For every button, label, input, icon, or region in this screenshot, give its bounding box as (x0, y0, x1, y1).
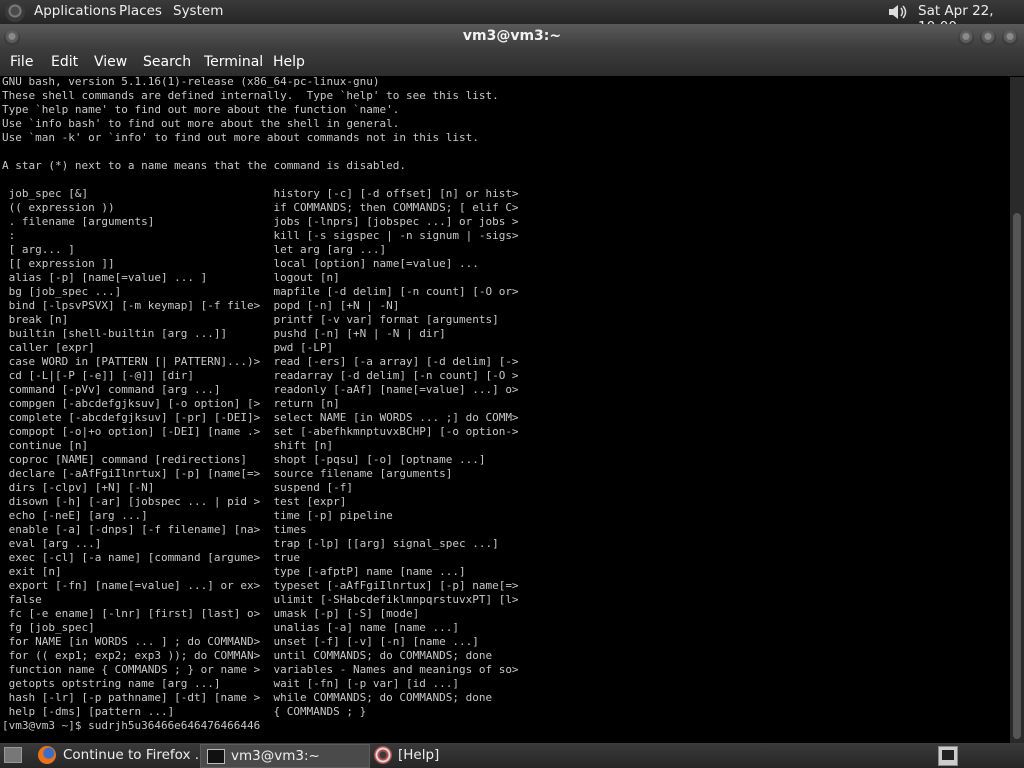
terminal-line: job_spec [&] history [-c] [-d offset] [n… (2, 187, 519, 200)
terminal-line: case WORD in [PATTERN [| PATTERN]...)> r… (2, 355, 519, 368)
terminal-menubar: File Edit View Search Terminal Help (0, 50, 1024, 76)
terminal-line: enable [-a] [-dnps] [-f filename] [na> t… (2, 523, 307, 536)
minimize-button[interactable] (958, 30, 974, 46)
gnome-logo-icon (5, 2, 25, 22)
menu-search[interactable]: Search (143, 54, 191, 70)
terminal-line: Use `info bash' to find out more about t… (2, 117, 400, 130)
terminal-line: [vm3@vm3 ~]$ sudrjh5u36466e646476466446 (2, 719, 261, 732)
terminal-line: for (( exp1; exp2; exp3 )); do COMMAN> u… (2, 649, 493, 662)
terminal-line: cd [-L|[-P [-e]] [-@]] [dir] readarray [… (2, 369, 519, 382)
terminal-line: function name { COMMANDS ; } or name > v… (2, 663, 519, 676)
taskbar-item-firefox[interactable]: Continue to Firefox ... (32, 744, 208, 766)
terminal-icon (207, 749, 225, 764)
terminal-line: [[ expression ]] local [option] name[=va… (2, 257, 479, 270)
terminal-line: for NAME [in WORDS ... ] ; do COMMAND> u… (2, 635, 479, 648)
scrollbar-thumb[interactable] (1013, 213, 1021, 739)
terminal-line: fg [job_spec] unalias [-a] name [name ..… (2, 621, 459, 634)
terminal-line: These shell commands are defined interna… (2, 89, 499, 102)
taskbar-item-label: vm3@vm3:~ (231, 748, 320, 764)
taskbar-item-label: [Help] (398, 747, 440, 763)
terminal-scrollbar[interactable] (1010, 77, 1024, 743)
menu-edit[interactable]: Edit (51, 54, 78, 70)
terminal-line: builtin [shell-builtin [arg ...]] pushd … (2, 327, 446, 340)
terminal-line: [ arg... ] let arg [arg ...] (2, 243, 387, 256)
firefox-icon (38, 746, 56, 764)
menu-view[interactable]: View (94, 54, 127, 70)
terminal-output: GNU bash, version 5.1.16(1)-release (x86… (2, 77, 519, 733)
terminal-line: : kill [-s sigspec | -n signum | -sigs> (2, 229, 519, 242)
taskbar-item-help[interactable]: [Help] (370, 744, 536, 766)
terminal-line: bind [-lpsvPSVX] [-m keymap] [-f file> p… (2, 299, 400, 312)
volume-icon[interactable] (886, 2, 908, 22)
help-icon (374, 746, 392, 764)
top-panel: Applications Places System Sat Apr 22, 1… (0, 0, 1024, 35)
terminal-line: A star (*) next to a name means that the… (2, 159, 406, 172)
terminal-line: export [-fn] [name[=value] ...] or ex> t… (2, 579, 519, 592)
show-desktop-icon[interactable] (4, 747, 22, 763)
terminal-line: echo [-neE] [arg ...] time [-p] pipeline (2, 509, 393, 522)
window-title: vm3@vm3:~ (462, 28, 562, 44)
terminal-line: compgen [-abcdefgjksuv] [-o option] [> r… (2, 397, 340, 410)
terminal-line: eval [arg ...] trap [-lp] [[arg] signal_… (2, 537, 499, 550)
terminal-line: complete [-abcdefgjksuv] [-pr] [-DEI]> s… (2, 411, 519, 424)
terminal-line: false ulimit [-SHabcdefiklmnpqrstuvxPT] … (2, 593, 519, 606)
close-button[interactable] (1002, 30, 1018, 46)
maximize-button[interactable] (980, 30, 996, 46)
terminal-line: exec [-cl] [-a name] [command [argume> t… (2, 551, 301, 564)
terminal-area[interactable]: GNU bash, version 5.1.16(1)-release (x86… (0, 77, 1010, 743)
terminal-line: GNU bash, version 5.1.16(1)-release (x86… (2, 77, 380, 88)
terminal-line: coproc [NAME] command [redirections] sho… (2, 453, 486, 466)
terminal-line: hash [-lr] [-p pathname] [-dt] [name > w… (2, 691, 493, 704)
taskbar-item-label: Continue to Firefox ... (63, 747, 208, 763)
terminal-line: Use `man -k' or `info' to find out more … (2, 131, 479, 144)
terminal-line: caller [expr] pwd [-LP] (2, 341, 334, 354)
terminal-line: exit [n] type [-afptP] name [name ...] (2, 565, 466, 578)
terminal-line: alias [-p] [name[=value] ... ] logout [n… (2, 271, 340, 284)
terminal-line: . filename [arguments] jobs [-lnprs] [jo… (2, 215, 519, 228)
applications-menu[interactable]: Applications (34, 3, 116, 19)
terminal-line: compopt [-o|+o option] [-DEI] [name .> s… (2, 425, 519, 438)
menu-help[interactable]: Help (273, 54, 305, 70)
terminal-line: declare [-aAfFgiIlnrtux] [-p] [name[=> s… (2, 467, 453, 480)
workspace-switcher-icon[interactable] (938, 746, 958, 766)
system-menu[interactable]: System (173, 3, 223, 19)
terminal-line: disown [-h] [-ar] [jobspec ... | pid > t… (2, 495, 347, 508)
taskbar-item-terminal[interactable]: vm3@vm3:~ (200, 744, 370, 768)
terminal-line: Type `help name' to find out more about … (2, 103, 400, 116)
terminal-line: getopts optstring name [arg ...] wait [-… (2, 677, 459, 690)
terminal-line: help [-dms] [pattern ...] { COMMANDS ; } (2, 705, 367, 718)
taskbar: Continue to Firefox ... vm3@vm3:~ [Help] (0, 743, 1024, 768)
window-titlebar[interactable]: vm3@vm3:~ (0, 24, 1024, 50)
terminal-line: command [-pVv] command [arg ...] readonl… (2, 383, 519, 396)
terminal-line: bg [job_spec ...] mapfile [-d delim] [-n… (2, 285, 519, 298)
menu-file[interactable]: File (10, 54, 33, 70)
terminal-line: dirs [-clpv] [+N] [-N] suspend [-f] (2, 481, 353, 494)
terminal-line: break [n] printf [-v var] format [argume… (2, 313, 499, 326)
terminal-line: fc [-e ename] [-lnr] [first] [last] o> u… (2, 607, 420, 620)
terminal-line: continue [n] shift [n] (2, 439, 334, 452)
places-menu[interactable]: Places (119, 3, 162, 19)
terminal-line: (( expression )) if COMMANDS; then COMMA… (2, 201, 519, 214)
menu-terminal[interactable]: Terminal (204, 54, 263, 70)
